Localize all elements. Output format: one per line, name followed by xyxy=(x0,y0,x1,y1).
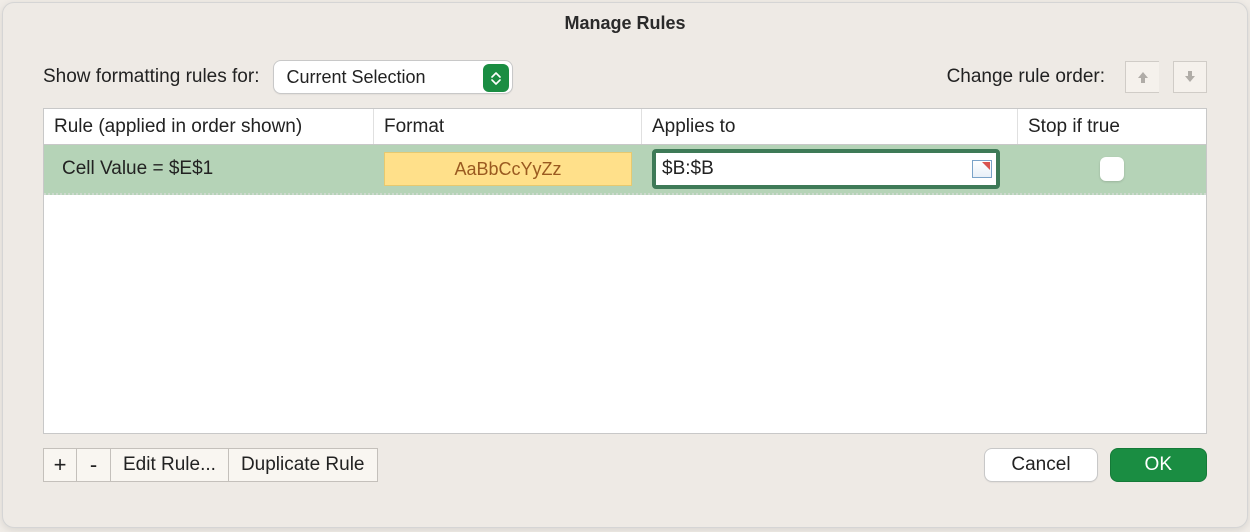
rule-edit-button-group: + - Edit Rule... Duplicate Rule xyxy=(43,448,378,482)
column-header-applies[interactable]: Applies to xyxy=(642,109,1018,144)
rules-table: Rule (applied in order shown) Format App… xyxy=(43,108,1207,434)
scope-dropdown-value: Current Selection xyxy=(286,67,425,88)
top-controls: Show formatting rules for: Current Selec… xyxy=(3,42,1247,108)
arrow-down-icon xyxy=(1182,69,1198,85)
format-preview: AaBbCcYyZz xyxy=(384,152,632,186)
edit-rule-button[interactable]: Edit Rule... xyxy=(111,448,229,482)
chevron-updown-icon xyxy=(483,64,509,92)
dialog-title: Manage Rules xyxy=(3,3,1247,42)
bottom-toolbar: + - Edit Rule... Duplicate Rule Cancel O… xyxy=(3,434,1247,498)
scope-dropdown[interactable]: Current Selection xyxy=(273,60,513,94)
move-rule-up-button[interactable] xyxy=(1125,61,1159,93)
stop-if-true-checkbox[interactable] xyxy=(1100,157,1124,181)
manage-rules-dialog: Manage Rules Show formatting rules for: … xyxy=(2,2,1248,528)
applies-to-input[interactable] xyxy=(662,158,968,180)
rule-description: Cell Value = $E$1 xyxy=(44,145,374,193)
table-header: Rule (applied in order shown) Format App… xyxy=(44,109,1206,145)
duplicate-rule-button[interactable]: Duplicate Rule xyxy=(229,448,378,482)
range-picker-icon[interactable] xyxy=(972,160,992,178)
ok-button[interactable]: OK xyxy=(1110,448,1207,482)
table-body: Cell Value = $E$1 AaBbCcYyZz xyxy=(44,145,1206,433)
move-rule-down-button[interactable] xyxy=(1173,61,1207,93)
arrow-up-icon xyxy=(1135,69,1151,85)
column-header-rule[interactable]: Rule (applied in order shown) xyxy=(44,109,374,144)
applies-to-field-wrap xyxy=(652,149,1000,189)
rule-stop-cell xyxy=(1018,145,1206,193)
rule-applies-cell xyxy=(642,145,1018,193)
table-row[interactable]: Cell Value = $E$1 AaBbCcYyZz xyxy=(44,145,1206,195)
cancel-button[interactable]: Cancel xyxy=(984,448,1097,482)
column-header-stop[interactable]: Stop if true xyxy=(1018,109,1206,144)
column-header-format[interactable]: Format xyxy=(374,109,642,144)
add-rule-button[interactable]: + xyxy=(43,448,77,482)
change-order-label: Change rule order: xyxy=(947,66,1105,88)
show-rules-label: Show formatting rules for: xyxy=(43,66,259,88)
rule-format-cell: AaBbCcYyZz xyxy=(374,145,642,193)
remove-rule-button[interactable]: - xyxy=(77,448,111,482)
